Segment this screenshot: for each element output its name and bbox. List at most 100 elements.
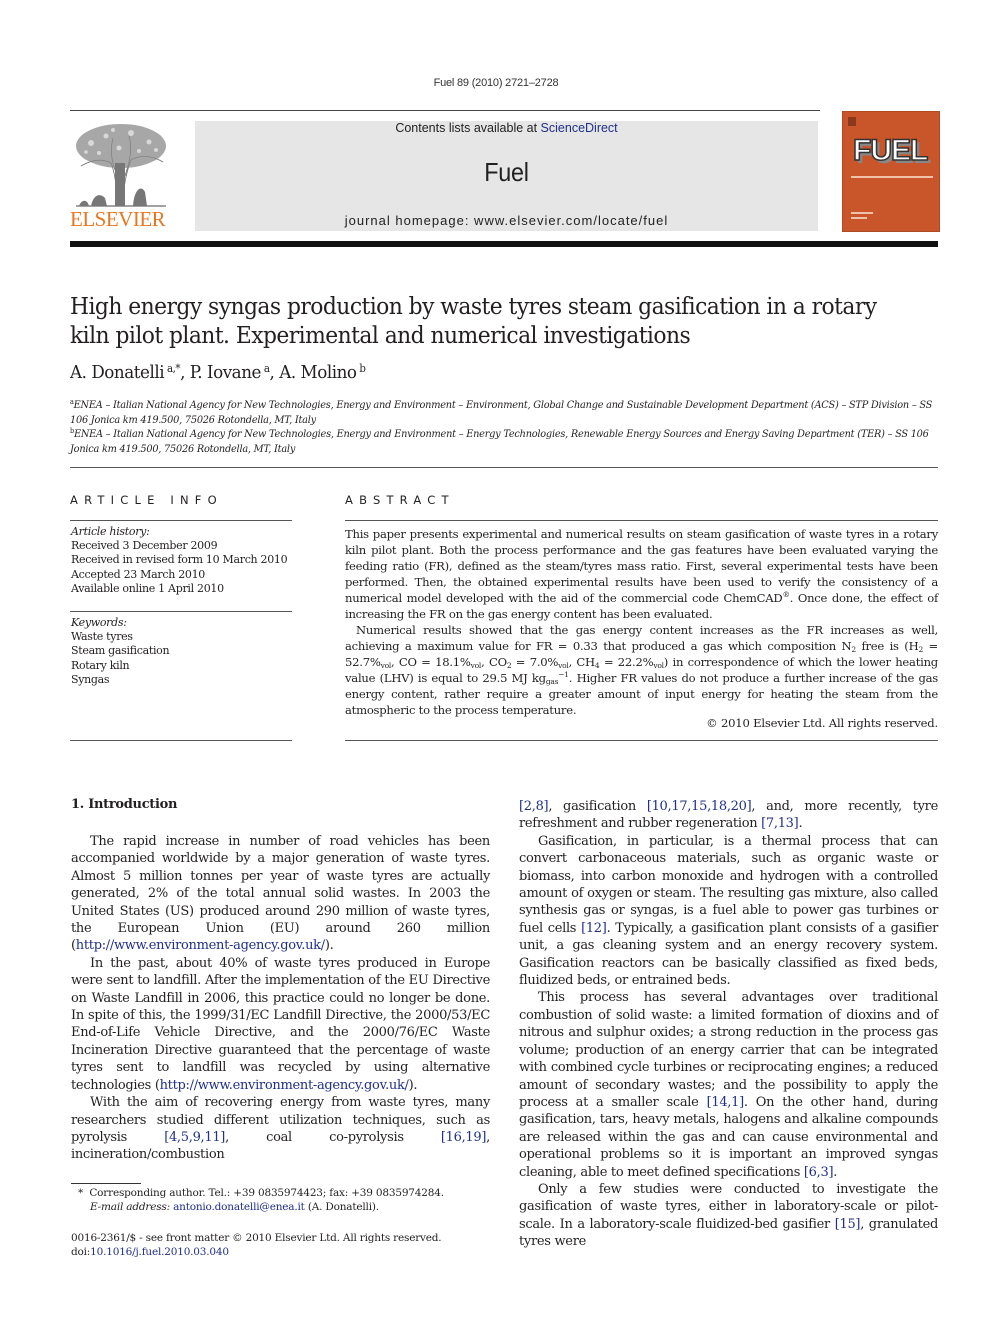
abstract-text: = 7.0% (511, 655, 559, 669)
keyword: Syngas (71, 672, 110, 686)
contents-availability: Contents lists available at ScienceDirec… (195, 121, 818, 135)
cover-subtitle (851, 176, 933, 178)
author-name[interactable]: P. Iovane (190, 362, 262, 383)
body-text: . (833, 1164, 838, 1180)
subscript: vol (470, 661, 482, 670)
footnote-line: * Corresponding author. Tel.: +39 083597… (78, 1187, 444, 1201)
body-paragraph: Only a few studies were conducted to inv… (519, 1181, 938, 1251)
body-paragraph: With the aim of recovering energy from w… (71, 1094, 490, 1164)
divider (70, 520, 292, 521)
header-divider (70, 110, 820, 111)
subscript: vol (558, 661, 569, 670)
registered-mark: ® (782, 590, 790, 599)
author-name[interactable]: A. Donatelli (70, 362, 165, 383)
affiliation: aENEA – Italian National Agency for New … (70, 395, 940, 427)
abstract-text: = 22.2% (599, 655, 654, 669)
citation-link[interactable]: [7,13] (761, 816, 799, 831)
front-matter-text: 0016-2361/$ - see front matter © 2010 El… (71, 1232, 442, 1244)
keyword: Waste tyres (71, 630, 133, 644)
abstract-paragraph: Numerical results showed that the gas en… (345, 622, 938, 718)
citation-link[interactable]: [2,8] (519, 799, 549, 814)
footnote-marker: * (78, 1187, 84, 1199)
abstract-heading: ABSTRACT (345, 493, 455, 507)
citation-link[interactable]: [12] (581, 921, 607, 936)
keywords-label: Keywords: (71, 616, 127, 629)
citation-link[interactable]: [4,5,9,11] (164, 1130, 225, 1145)
cover-publisher-line (851, 212, 873, 214)
subscript: gas (545, 677, 559, 686)
abstract-body: This paper presents experimental and num… (345, 526, 938, 718)
citation-link[interactable]: [16,19] (441, 1130, 487, 1145)
divider (70, 740, 292, 741)
author-list: A. Donatelli a,*, P. Iovane a, A. Molino… (70, 362, 366, 383)
doi-line: doi:10.1016/j.fuel.2010.03.040 (71, 1245, 441, 1259)
section-divider (70, 467, 938, 468)
article-history: Article history: Received 3 December 200… (71, 525, 288, 596)
body-column-left: The rapid increase in number of road veh… (71, 833, 490, 1164)
environment-agency-link[interactable]: http://www.environment-agency.gov.uk/ (160, 1078, 409, 1093)
elsevier-wordmark: ELSEVIER (70, 207, 166, 231)
article-history-label: Article history: (71, 525, 150, 538)
author-name[interactable]: A. Molino (279, 362, 357, 383)
author-affiliation-mark[interactable]: a (264, 362, 270, 375)
history-entry: Received in revised form 10 March 2010 (71, 553, 288, 567)
body-text: , coal co-pyrolysis (225, 1129, 441, 1145)
body-text: ). (408, 1077, 418, 1093)
journal-masthead: Contents lists available at ScienceDirec… (195, 121, 818, 231)
divider (345, 740, 938, 741)
elsevier-tree-icon (76, 124, 166, 207)
footnote-text: (A. Donatelli). (304, 1200, 379, 1213)
divider (70, 611, 292, 612)
corresponding-author-footnote: * Corresponding author. Tel.: +39 083597… (78, 1187, 444, 1214)
abstract-copyright: © 2010 Elsevier Ltd. All rights reserved… (706, 716, 938, 730)
footnote-line: E-mail address: antonio.donatelli@enea.i… (78, 1201, 444, 1215)
author-affiliation-mark[interactable]: b (359, 362, 366, 375)
subscript: vol (380, 661, 392, 670)
citation-link[interactable]: [14,1] (707, 1095, 745, 1110)
section-heading: 1. Introduction (71, 797, 178, 812)
affiliation: bENEA – Italian National Agency for New … (70, 424, 940, 456)
front-matter: 0016-2361/$ - see front matter © 2010 El… (71, 1231, 442, 1259)
journal-cover-thumbnail[interactable]: FUEL (842, 111, 940, 232)
citation-link[interactable]: [6,3] (804, 1165, 834, 1180)
elsevier-logo[interactable]: ELSEVIER (70, 118, 175, 233)
abstract-text: , CO = 18.1% (391, 655, 471, 669)
body-column-right: [2,8], gasification [10,17,15,18,20], an… (519, 798, 938, 1251)
body-text: The rapid increase in number of road veh… (71, 834, 490, 954)
contents-prefix: Contents lists available at (395, 121, 541, 135)
email-link[interactable]: antonio.donatelli@enea.it (173, 1201, 305, 1213)
article-title-line: kiln pilot plant. Experimental and numer… (70, 321, 691, 349)
citation-link[interactable]: [10,17,15,18,20] (647, 799, 752, 814)
body-text: , gasification (548, 799, 647, 814)
article-info-heading: ARTICLE INFO (70, 493, 223, 507)
history-entry: Accepted 23 March 2010 (71, 567, 205, 581)
environment-agency-link[interactable]: http://www.environment-agency.gov.uk/ (76, 938, 325, 953)
body-paragraph: In the past, about 40% of waste tyres pr… (71, 955, 490, 1094)
body-paragraph: [2,8], gasification [10,17,15,18,20], an… (519, 798, 938, 833)
body-text: ). (324, 938, 334, 954)
journal-reference: Fuel 89 (2010) 2721–2728 (433, 77, 559, 89)
body-paragraph: The rapid increase in number of road veh… (71, 833, 490, 955)
body-paragraph: Gasification, in particular, is a therma… (519, 833, 938, 990)
citation-link[interactable]: [15] (835, 1217, 861, 1232)
divider (345, 520, 938, 521)
author-affiliation-mark[interactable]: a,* (167, 362, 181, 375)
journal-homepage-link[interactable]: journal homepage: www.elsevier.com/locat… (195, 213, 818, 228)
article-title-line: High energy syngas production by waste t… (70, 292, 877, 320)
sciencedirect-link[interactable]: ScienceDirect (541, 121, 618, 135)
body-text: . (798, 816, 803, 832)
affiliation-text: ENEA – Italian National Agency for New T… (70, 428, 929, 455)
superscript: −1 (558, 670, 569, 679)
cover-publisher-line (851, 217, 867, 219)
footnote-divider (71, 1183, 141, 1184)
doi-link[interactable]: 10.1016/j.fuel.2010.03.040 (90, 1246, 229, 1258)
history-entry: Available online 1 April 2010 (71, 581, 224, 595)
history-entry: Received 3 December 2009 (71, 539, 218, 553)
body-text: This process has several advantages over… (519, 990, 938, 1110)
keywords: Keywords: Waste tyres Steam gasification… (71, 616, 170, 687)
body-text: In the past, about 40% of waste tyres pr… (71, 955, 490, 1093)
article-title: High energy syngas production by waste t… (70, 292, 877, 350)
cover-title: FUEL (852, 133, 929, 168)
footnote-text: Corresponding author. Tel.: +39 08359744… (89, 1187, 444, 1199)
doi-label: doi: (71, 1246, 91, 1258)
